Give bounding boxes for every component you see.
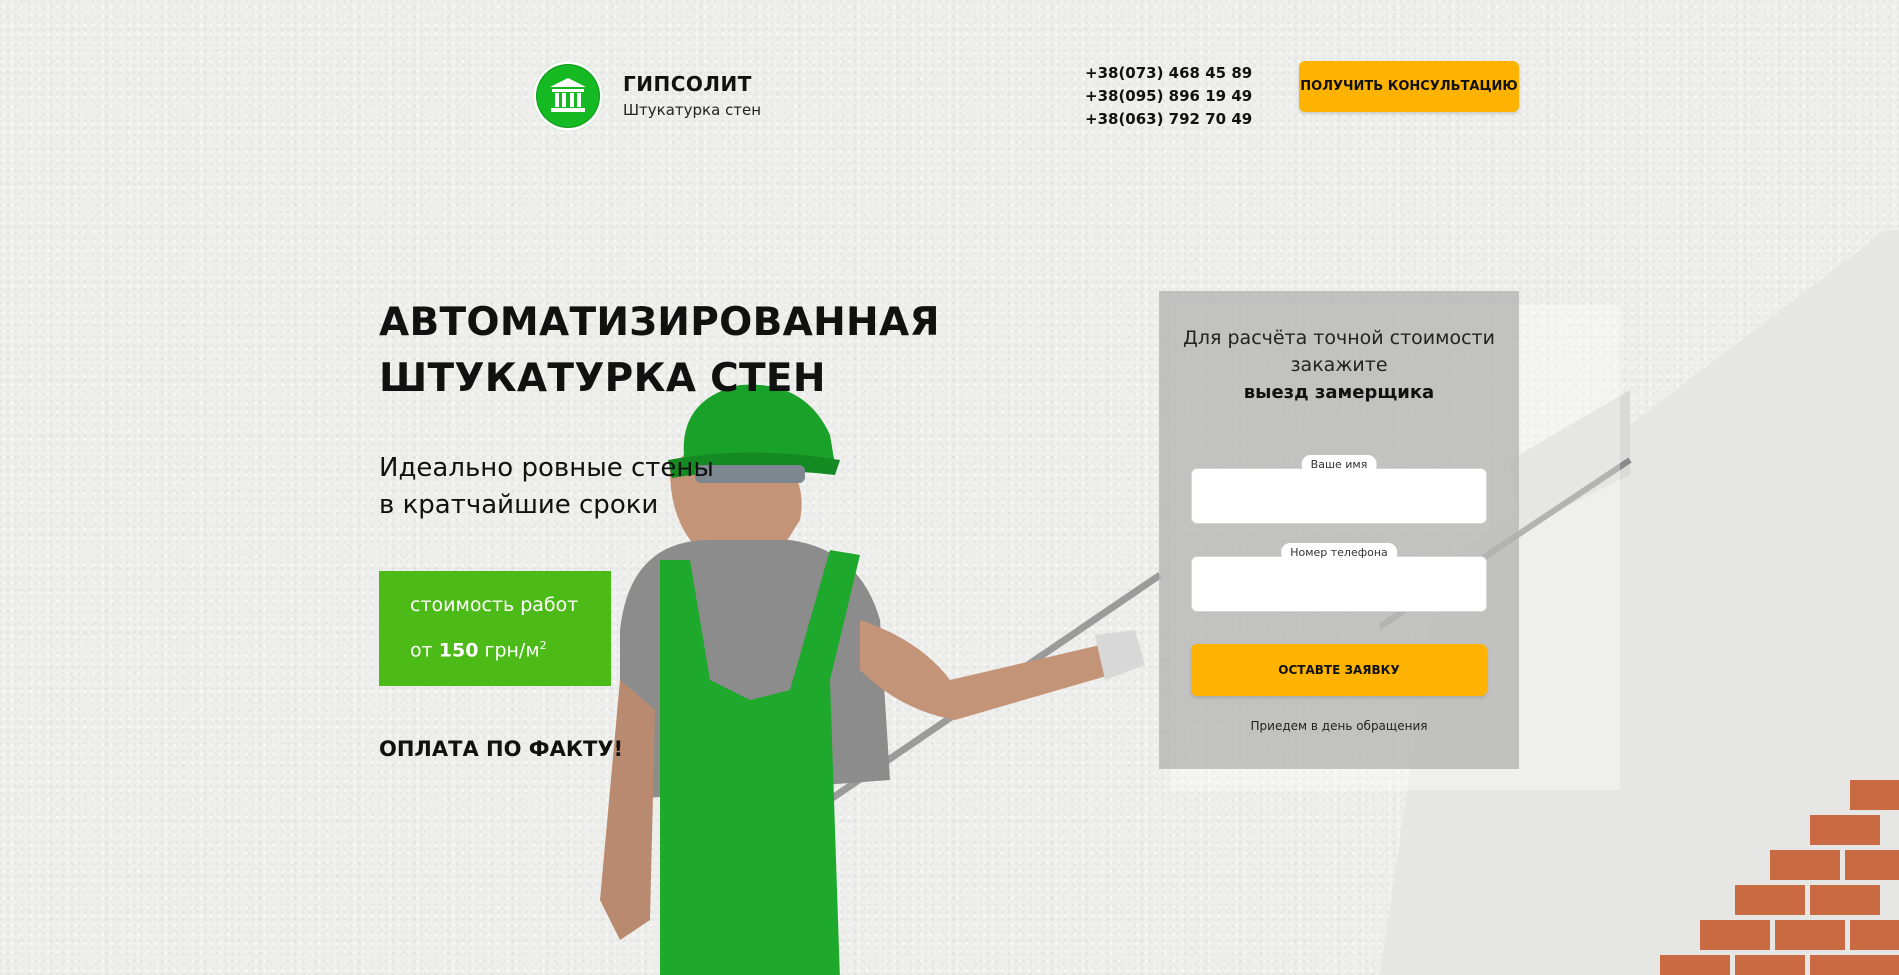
logo[interactable] xyxy=(533,61,603,131)
name-input[interactable] xyxy=(1192,469,1486,523)
name-field-label: Ваше имя xyxy=(1301,455,1377,474)
get-consultation-button[interactable]: ПОЛУЧИТЬ КОНСУЛЬТАЦИЮ xyxy=(1299,61,1519,112)
landing-page: ГИПСОЛИТ Штукатурка стен +38(073) 468 45… xyxy=(0,0,1899,975)
form-intro-line-2: закажите xyxy=(1290,354,1388,376)
phone-list: +38(073) 468 45 89 +38(095) 896 19 49 +3… xyxy=(1085,62,1252,131)
price-value-line: от 150 грн/м2 xyxy=(410,634,611,662)
phone-link-3[interactable]: +38(063) 792 70 49 xyxy=(1085,108,1252,131)
submit-request-button[interactable]: ОСТАВТЕ ЗАЯВКУ xyxy=(1191,644,1487,696)
hero-subtitle-line-2: в кратчайшие сроки xyxy=(379,490,659,520)
building-columns-icon xyxy=(550,78,586,112)
form-intro-line-1: Для расчёта точной стоимости xyxy=(1183,327,1495,349)
price-label: стоимость работ xyxy=(410,594,579,616)
hero-title-line-1: АВТОМАТИЗИРОВАННАЯ xyxy=(379,300,940,345)
price-prefix: от xyxy=(410,639,433,662)
hero-title: АВТОМАТИЗИРОВАННАЯ ШТУКАТУРКА СТЕН xyxy=(379,295,939,407)
brand-name: ГИПСОЛИТ xyxy=(623,72,752,96)
payment-note: ОПЛАТА ПО ФАКТУ! xyxy=(379,737,624,761)
phone-field-label: Номер телефона xyxy=(1281,543,1397,562)
form-intro-strong: выезд замерщика xyxy=(1243,382,1435,403)
phone-input[interactable] xyxy=(1192,557,1486,611)
name-field-wrapper: Ваше имя xyxy=(1191,455,1487,524)
hero-subtitle: Идеально ровные стены в кратчайшие сроки xyxy=(379,450,799,524)
form-intro: Для расчёта точной стоимости закажите вы… xyxy=(1159,325,1519,406)
form-note: Приедем в день обращения xyxy=(1250,719,1428,733)
hero-title-line-2: ШТУКАТУРКА СТЕН xyxy=(379,356,826,401)
price-value: 150 xyxy=(438,639,479,662)
price-badge: стоимость работ от 150 грн/м2 xyxy=(379,571,611,686)
price-unit-sup: 2 xyxy=(539,639,547,652)
phone-field-wrapper: Номер телефона xyxy=(1191,543,1487,612)
hero-subtitle-line-1: Идеально ровные стены xyxy=(379,453,714,483)
phone-link-1[interactable]: +38(073) 468 45 89 xyxy=(1085,62,1252,85)
price-unit: грн/м xyxy=(484,639,540,662)
brand-subtitle: Штукатурка стен xyxy=(623,101,762,119)
phone-link-2[interactable]: +38(095) 896 19 49 xyxy=(1085,85,1252,108)
